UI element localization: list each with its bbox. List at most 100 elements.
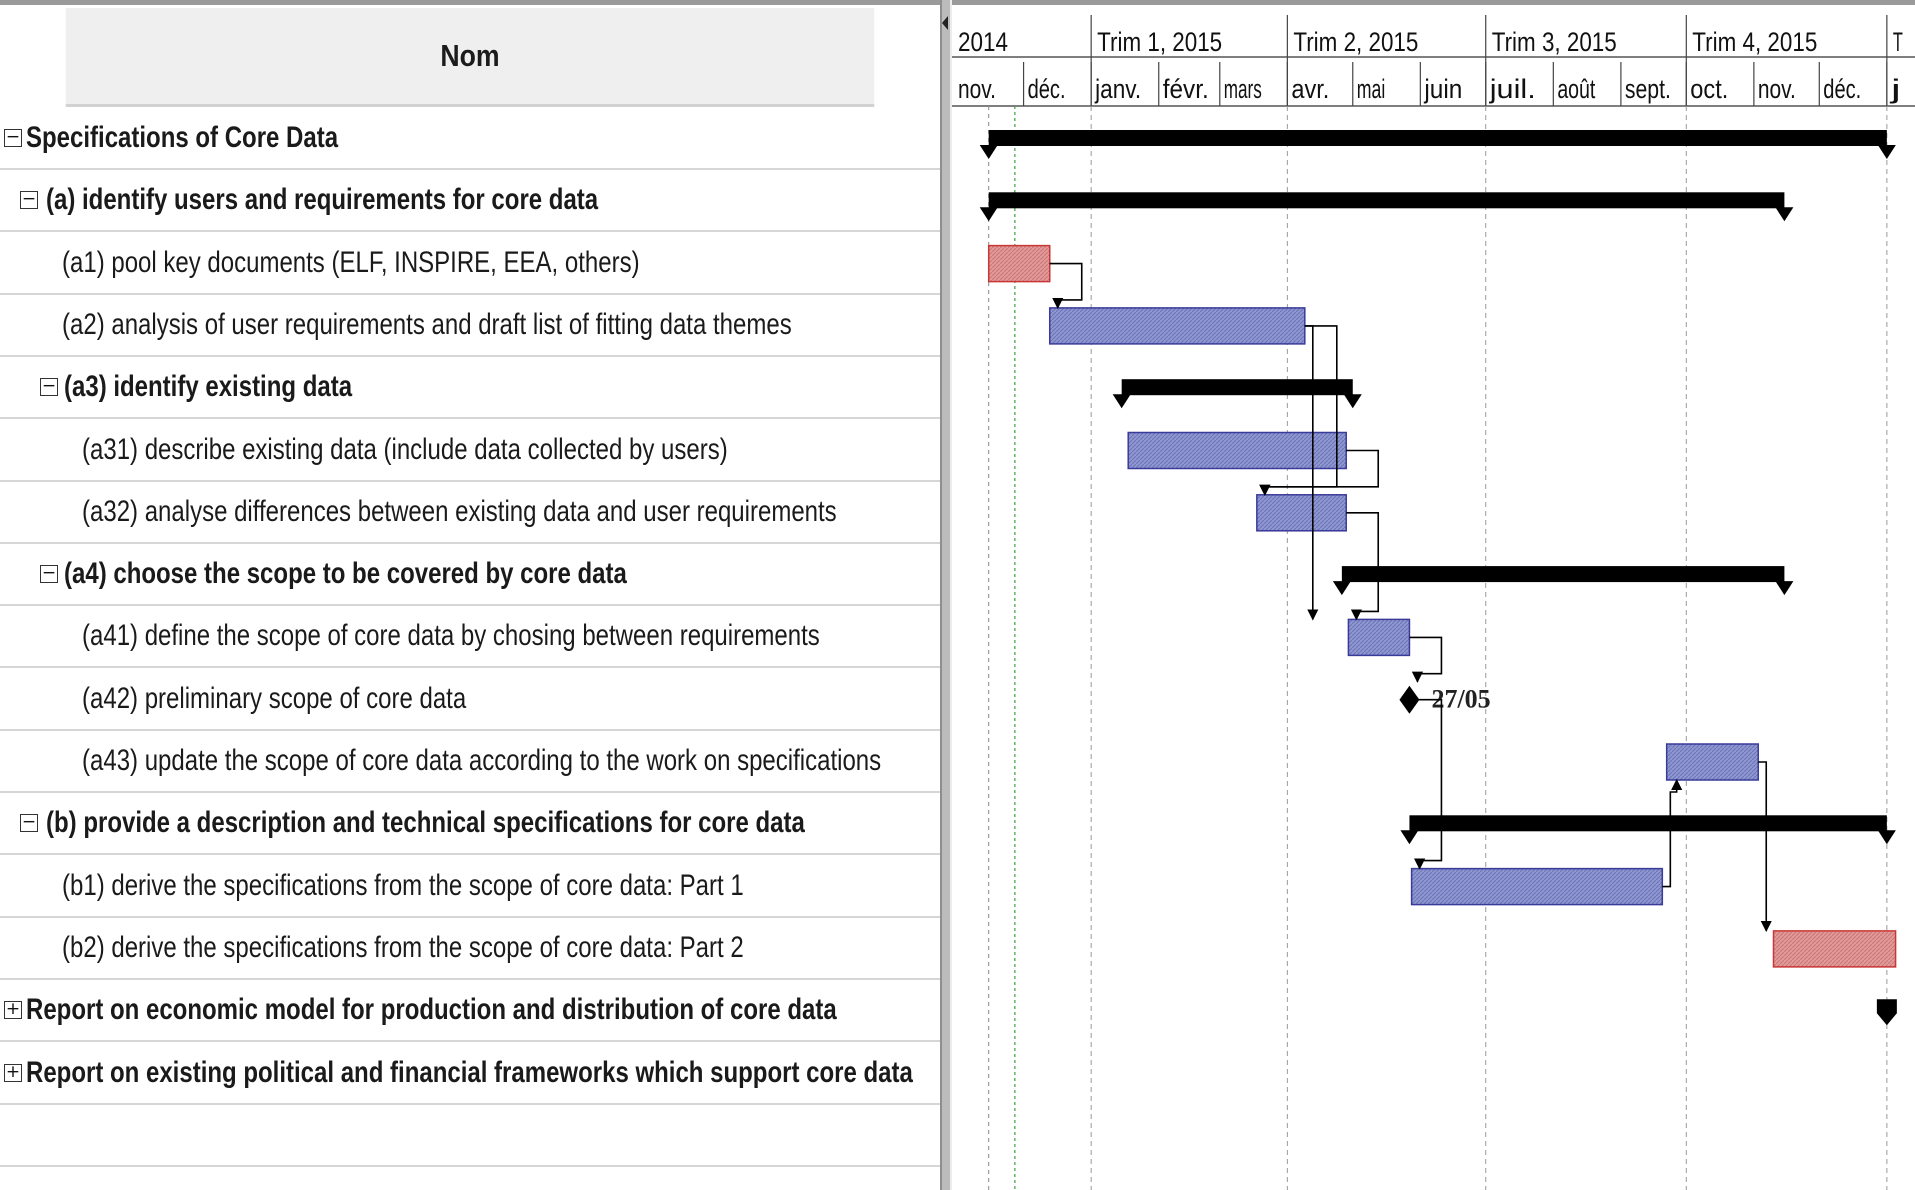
month-label: août [1557, 74, 1595, 104]
summary-end-marker [1775, 581, 1794, 596]
task-name: (a1) pool key documents (ELF, INSPIRE, E… [62, 245, 640, 279]
gantt-canvas: 2014 Trim 1, 2015 Trim 2, 2015 Trim 3, 2015… [952, 5, 1915, 1190]
collapse-toggle-icon[interactable]: − [20, 814, 38, 833]
pane-splitter[interactable] [940, 0, 952, 1190]
critical-task-bar[interactable] [1772, 930, 1897, 968]
task-row[interactable]: (a31) describe existing data (include da… [0, 419, 940, 482]
empty-task-row[interactable] [0, 1167, 940, 1190]
collapse-arrow-icon[interactable] [942, 16, 948, 30]
summary-start-marker [979, 145, 998, 159]
month-label: j [1889, 74, 1901, 104]
quarter-label: Trim 3, 2015 [1492, 27, 1617, 57]
month-label: mars [1224, 74, 1262, 104]
task-name: (b2) derive the specifications from the … [62, 930, 744, 964]
task-name: (a32) analyse differences between existi… [82, 494, 837, 528]
task-name: (a31) describe existing data (include da… [82, 432, 728, 466]
collapsed-summary-marker [1876, 999, 1897, 1026]
gantt-window: Nom − Specifications of Core Data − (a) ide… [0, 0, 1915, 1190]
table-top-border [0, 0, 940, 5]
task-row[interactable]: − (a) identify users and requirements for… [0, 170, 940, 233]
month-label: déc. [1028, 74, 1066, 104]
summary-bar[interactable] [1341, 566, 1785, 583]
summary-bar[interactable] [1121, 379, 1353, 396]
task-name: (a) identify users and requirements for … [46, 183, 599, 217]
critical-task-bar[interactable] [987, 244, 1051, 283]
summary-start-marker [1112, 394, 1131, 409]
collapse-toggle-icon[interactable]: − [4, 129, 22, 147]
summary-end-marker [1343, 394, 1362, 409]
task-row[interactable]: + Report on economic model for production… [0, 980, 940, 1043]
summary-start-marker [979, 207, 998, 222]
month-label: janv. [1094, 74, 1141, 104]
month-label: juin [1423, 74, 1462, 104]
month-label: oct. [1690, 74, 1728, 104]
summary-bar[interactable] [988, 192, 1785, 209]
dependency-link [1409, 698, 1443, 870]
task-row[interactable]: − Specifications of Core Data [0, 108, 940, 170]
quarter-label: Trim 2, 2015 [1293, 27, 1418, 57]
dependency-link [1304, 325, 1319, 621]
month-label: déc. [1823, 74, 1861, 104]
month-label: nov. [958, 74, 996, 104]
task-row[interactable]: (a43) update the scope of core data acco… [0, 731, 940, 793]
summary-start-marker [1400, 830, 1419, 845]
task-row[interactable]: (b1) derive the specifications from the … [0, 855, 940, 918]
task-name: (b) provide a description and technical … [46, 806, 805, 840]
quarter-label: 2014 [958, 27, 1008, 57]
dependency-link [1758, 761, 1772, 933]
dependency-link [1049, 262, 1083, 310]
task-bar[interactable] [1256, 494, 1347, 532]
summary-bar[interactable] [1409, 815, 1887, 832]
task-bar[interactable] [1048, 307, 1306, 345]
collapse-toggle-icon[interactable]: − [20, 191, 38, 210]
collapse-toggle-icon[interactable]: − [40, 378, 58, 397]
dependency-link [1259, 325, 1338, 496]
column-header-name[interactable]: Nom [65, 8, 875, 107]
task-row[interactable]: (a2) analysis of user requirements and d… [0, 294, 940, 357]
task-row[interactable]: + Report on existing political and financ… [0, 1042, 940, 1105]
task-table: Nom − Specifications of Core Data − (a) ide… [0, 0, 940, 1190]
task-row[interactable]: (a1) pool key documents (ELF, INSPIRE, E… [0, 232, 940, 295]
expand-toggle-icon[interactable]: + [4, 1001, 22, 1020]
gantt-chart: 2014 Trim 1, 2015 Trim 2, 2015 Trim 3, 2015… [952, 0, 1915, 1190]
task-name: Report on existing political and financi… [26, 1055, 913, 1089]
month-label: sept. [1625, 74, 1671, 104]
task-name: Report on economic model for production … [26, 993, 837, 1027]
task-name: (a4) choose the scope to be covered by c… [64, 557, 627, 591]
month-label: nov. [1758, 74, 1796, 104]
month-label: avr. [1291, 74, 1329, 104]
collapse-toggle-icon[interactable]: − [40, 565, 58, 584]
task-row[interactable]: − (a4) choose the scope to be covered by … [0, 544, 940, 607]
task-bar[interactable] [1347, 618, 1411, 657]
task-name: (a3) identify existing data [64, 370, 353, 404]
quarter-label: Trim 1, 2015 [1097, 27, 1222, 57]
summary-start-marker [1332, 581, 1351, 596]
summary-end-marker [1877, 145, 1896, 159]
expand-toggle-icon[interactable]: + [4, 1063, 22, 1082]
summary-end-marker [1775, 207, 1794, 222]
task-name: (a2) analysis of user requirements and d… [62, 307, 792, 341]
task-row[interactable]: (a41) define the scope of core data by c… [0, 606, 940, 669]
empty-task-row[interactable] [0, 1104, 940, 1167]
task-row[interactable]: (a32) analyse differences between existi… [0, 481, 940, 544]
summary-end-marker [1877, 830, 1896, 845]
task-name: Specifications of Core Data [26, 121, 339, 154]
task-row[interactable]: (b2) derive the specifications from the … [0, 917, 940, 980]
quarter-label: T [1893, 27, 1903, 57]
quarter-label: Trim 4, 2015 [1692, 27, 1817, 57]
month-label: juil. [1489, 74, 1536, 104]
dependency-link [1409, 636, 1443, 683]
month-label: févr. [1163, 74, 1209, 104]
task-row[interactable]: − (b) provide a description and technical… [0, 793, 940, 856]
month-label: mai [1357, 74, 1386, 104]
task-name: (a41) define the scope of core data by c… [82, 619, 820, 653]
task-bar[interactable] [1665, 743, 1759, 781]
task-name: (b1) derive the specifications from the … [62, 868, 744, 902]
task-name: (a43) update the scope of core data acco… [82, 744, 882, 777]
task-bar[interactable] [1410, 867, 1664, 906]
task-row[interactable]: − (a3) identify existing data [0, 357, 940, 420]
dependency-link [1662, 778, 1683, 888]
task-name: (a42) preliminary scope of core data [82, 681, 467, 715]
summary-bar[interactable] [988, 130, 1887, 146]
task-row[interactable]: (a42) preliminary scope of core data [0, 668, 940, 731]
